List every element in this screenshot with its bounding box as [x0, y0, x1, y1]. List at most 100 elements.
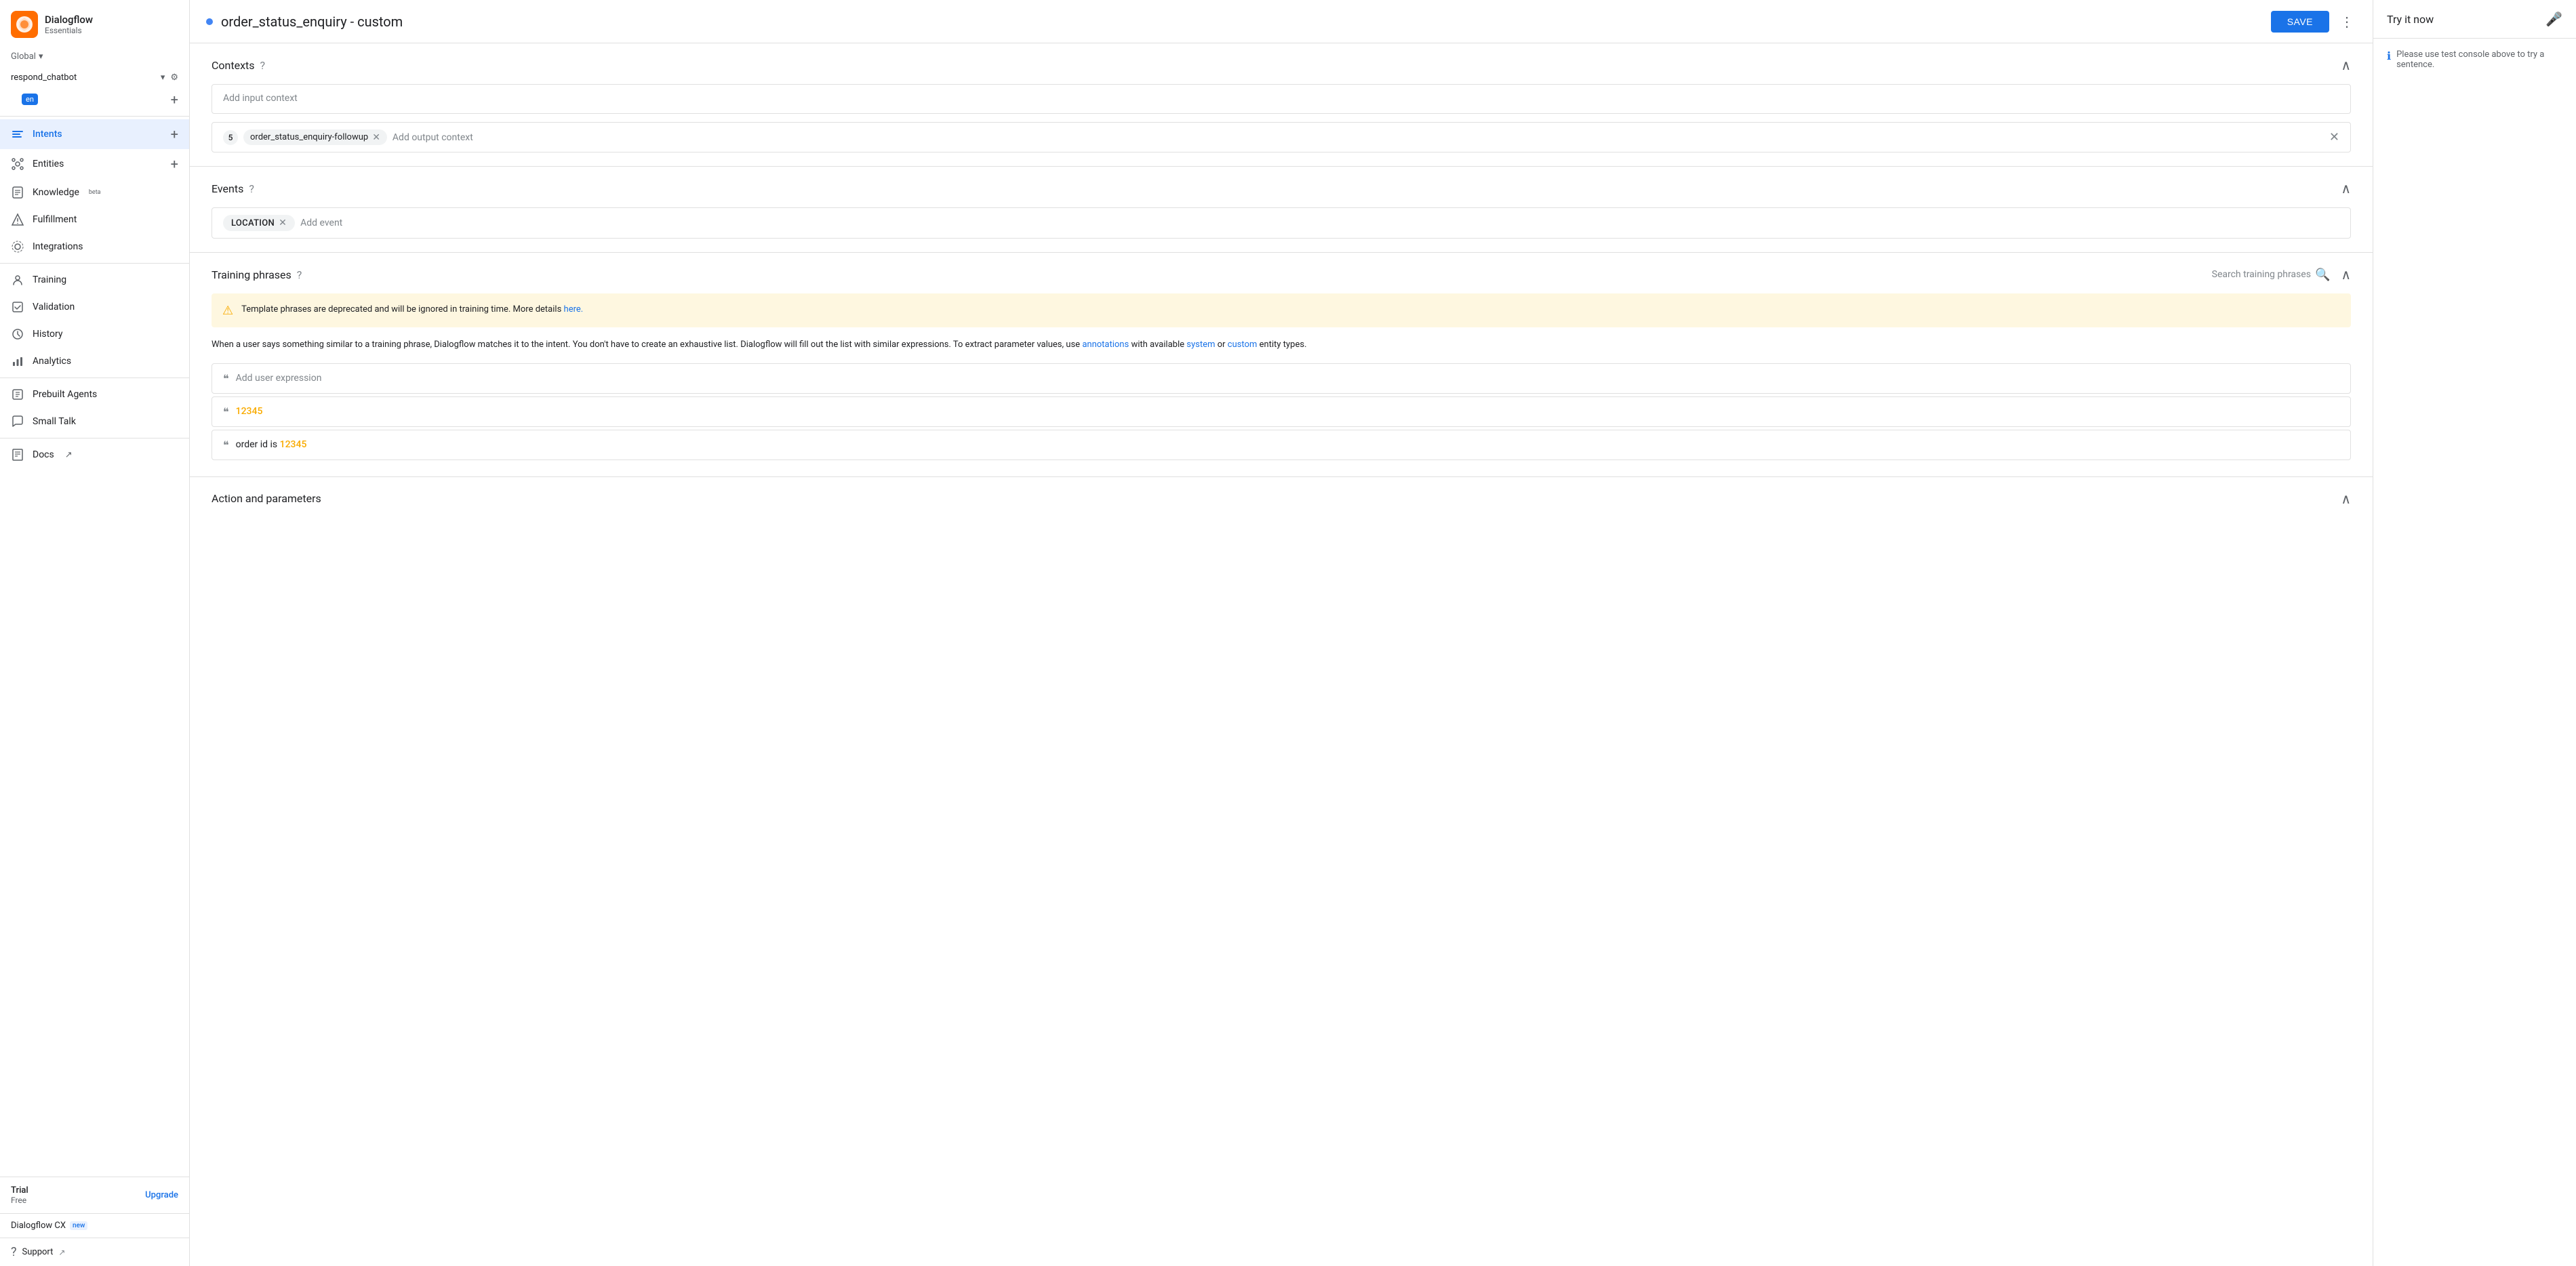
sidebar-item-validation[interactable]: Validation [0, 293, 189, 321]
contexts-help-icon[interactable]: ? [260, 59, 266, 72]
logo-header: Dialogflow Essentials [0, 0, 189, 49]
sidebar-divider-top [0, 116, 189, 117]
sidebar-item-prebuilt-agents[interactable]: Prebuilt Agents [0, 381, 189, 408]
context-tag-remove-icon[interactable]: ✕ [372, 133, 380, 142]
event-tag-label: LOCATION [231, 218, 275, 228]
system-link[interactable]: system [1186, 340, 1215, 350]
sidebar-item-label-docs: Docs [33, 449, 54, 460]
add-entity-icon[interactable]: + [171, 156, 178, 172]
knowledge-badge: beta [89, 189, 101, 196]
training-phrases-collapse-icon[interactable]: ∧ [2341, 266, 2351, 283]
contexts-section: Contexts ? ∧ Add input context 5 order_s… [190, 43, 2373, 167]
context-tag: order_status_enquiry-followup ✕ [243, 129, 387, 145]
support-label: Support [22, 1247, 54, 1257]
search-icon: 🔍 [2315, 268, 2330, 282]
search-training-label: Search training phrases [2212, 269, 2311, 280]
fulfillment-icon [11, 213, 24, 226]
trial-sublabel: Free [11, 1196, 28, 1205]
trial-section: Trial Free Upgrade [0, 1177, 189, 1213]
add-event-placeholder[interactable]: Add event [300, 218, 342, 228]
analytics-icon [11, 354, 24, 368]
knowledge-icon [11, 186, 24, 199]
sidebar-item-analytics[interactable]: Analytics [0, 348, 189, 375]
action-parameters-collapse-icon[interactable]: ∧ [2341, 491, 2351, 507]
event-row: LOCATION ✕ Add event [212, 207, 2351, 239]
dialogflow-cx-row[interactable]: Dialogflow CX new [0, 1213, 189, 1238]
content-area: Contexts ? ∧ Add input context 5 order_s… [190, 43, 2373, 1266]
logo-subtitle: Essentials [45, 26, 93, 35]
input-context-placeholder: Add input context [223, 93, 298, 104]
custom-link[interactable]: custom [1228, 340, 1257, 350]
add-language-icon[interactable]: + [171, 91, 178, 108]
microphone-icon[interactable]: 🎤 [2545, 11, 2562, 27]
add-expression-row[interactable]: ❝ Add user expression [212, 363, 2351, 394]
add-intent-icon[interactable]: + [171, 126, 178, 142]
phrase-2-highlight: 12345 [280, 439, 307, 450]
add-input-context[interactable]: Add input context [212, 84, 2351, 114]
validation-icon [11, 300, 24, 314]
save-button[interactable]: SAVE [2271, 11, 2329, 33]
small-talk-icon [11, 415, 24, 428]
sidebar-item-support[interactable]: ? Support ↗ [0, 1238, 189, 1266]
training-phrases-header: Training phrases ? Search training phras… [212, 266, 2351, 283]
warning-link[interactable]: here. [564, 304, 584, 314]
sidebar-item-label-entities: Entities [33, 159, 64, 169]
sidebar-item-fulfillment[interactable]: Fulfillment [0, 206, 189, 233]
sidebar-item-label-small-talk: Small Talk [33, 416, 76, 427]
sidebar-item-docs[interactable]: Docs ↗ [0, 441, 189, 468]
quote-icon-2: ❝ [223, 438, 229, 451]
training-phrases-help-icon[interactable]: ? [297, 268, 302, 281]
context-number-badge[interactable]: 5 [223, 130, 238, 145]
sidebar-item-label-knowledge: Knowledge [33, 187, 79, 198]
integrations-icon [11, 240, 24, 253]
agent-row: respond_chatbot ▾ ⚙ [0, 67, 189, 88]
agent-name: respond_chatbot [11, 73, 77, 83]
history-icon [11, 327, 24, 341]
sidebar-item-small-talk[interactable]: Small Talk [0, 408, 189, 435]
phrase-row[interactable]: ❝ order id is 12345 [212, 430, 2351, 460]
language-badge[interactable]: en [22, 94, 38, 105]
external-link-icon-support: ↗ [58, 1248, 65, 1257]
sidebar-item-knowledge[interactable]: Knowledge beta [0, 179, 189, 206]
global-selector[interactable]: Global ▾ [0, 49, 189, 67]
contexts-collapse-icon[interactable]: ∧ [2341, 57, 2351, 73]
annotations-link[interactable]: annotations [1082, 340, 1129, 350]
sidebar-item-training[interactable]: Training [0, 266, 189, 293]
main-content: order_status_enquiry - custom SAVE ⋮ Con… [190, 0, 2373, 1266]
event-tag-remove-icon[interactable]: ✕ [279, 218, 287, 228]
right-panel: Try it now 🎤 ℹ Please use test console a… [2373, 0, 2576, 1266]
dialogflow-logo-icon [11, 11, 38, 38]
action-parameters-title: Action and parameters [212, 492, 321, 505]
action-parameters-section: Action and parameters ∧ [190, 477, 2373, 531]
dialogflow-cx-label: Dialogflow CX [11, 1221, 66, 1231]
sidebar-item-label-validation: Validation [33, 302, 75, 312]
phrase-1-text: 12345 [236, 406, 263, 417]
sidebar-item-entities[interactable]: Entities + [0, 149, 189, 179]
upgrade-button[interactable]: Upgrade [145, 1190, 178, 1200]
add-expression-placeholder: Add user expression [236, 373, 322, 384]
try-it-hint-text: Please use test console above to try a s… [2396, 49, 2562, 70]
entities-icon [11, 157, 24, 171]
agent-dropdown-icon[interactable]: ▾ [161, 73, 165, 83]
sidebar-item-label-prebuilt-agents: Prebuilt Agents [33, 389, 97, 400]
phrase-row[interactable]: ❝ 12345 [212, 396, 2351, 427]
add-output-context-placeholder[interactable]: Add output context [393, 132, 2324, 143]
output-context-remove-icon[interactable]: ✕ [2329, 130, 2339, 144]
sidebar-item-history[interactable]: History [0, 321, 189, 348]
more-options-icon[interactable]: ⋮ [2337, 11, 2356, 33]
warning-icon: ⚠ [222, 304, 233, 318]
contexts-title: Contexts [212, 59, 255, 72]
event-tag: LOCATION ✕ [223, 215, 295, 231]
sidebar-item-integrations[interactable]: Integrations [0, 233, 189, 260]
help-circle-icon: ? [11, 1245, 17, 1259]
agent-settings-icon[interactable]: ⚙ [170, 73, 178, 83]
sidebar-item-intents[interactable]: Intents + [0, 119, 189, 149]
events-collapse-icon[interactable]: ∧ [2341, 180, 2351, 197]
top-bar: order_status_enquiry - custom SAVE ⋮ [190, 0, 2373, 43]
sidebar-divider-2 [0, 377, 189, 378]
training-phrases-info: When a user says something similar to a … [212, 338, 2351, 352]
phrase-2-text: order id is 12345 [236, 439, 307, 450]
search-training-phrases[interactable]: Search training phrases 🔍 [2212, 268, 2331, 282]
events-help-icon[interactable]: ? [249, 182, 254, 195]
try-it-bar: Try it now 🎤 [2373, 0, 2576, 39]
